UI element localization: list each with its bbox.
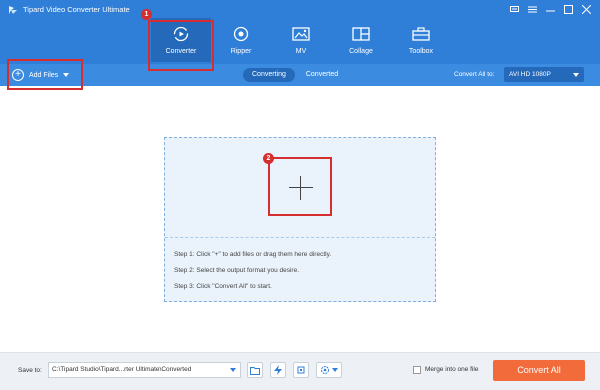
tab-converted[interactable]: Converted: [297, 68, 347, 82]
convert-all-to-label: Convert All to:: [454, 71, 495, 78]
gear-icon: [321, 366, 329, 374]
save-path-value: C:\Tipard Studio\Tipard...rter Ultimate\…: [52, 366, 192, 373]
add-file-area[interactable]: [165, 138, 435, 238]
annotation-badge-1: 1: [141, 9, 152, 20]
chevron-down-icon: [573, 73, 579, 77]
lightning-icon: [274, 365, 282, 375]
tab-converter-label: Converter: [165, 48, 197, 55]
add-icon: +: [12, 69, 24, 81]
save-to-label: Save to:: [18, 367, 42, 374]
merge-label: Merge into one file: [425, 366, 479, 373]
hardware-acceleration-button[interactable]: [270, 362, 286, 378]
add-files-button[interactable]: + Add Files: [12, 68, 70, 82]
tab-ripper-label: Ripper: [230, 48, 252, 55]
converter-icon: [173, 26, 189, 42]
menu-icon[interactable]: [524, 3, 540, 15]
chevron-down-icon: [230, 368, 236, 372]
folder-icon: [250, 366, 260, 375]
tab-converter[interactable]: Converter: [151, 18, 211, 62]
convert-all-button[interactable]: Convert All: [493, 360, 585, 381]
app-title: Tipard Video Converter Ultimate: [23, 5, 130, 14]
ripper-icon: [233, 26, 249, 42]
feedback-icon[interactable]: [506, 3, 522, 15]
tab-toolbox-label: Toolbox: [408, 48, 434, 55]
output-format-value: AVI HD 1080P: [509, 71, 551, 78]
tab-ripper[interactable]: Ripper: [211, 18, 271, 62]
tab-collage[interactable]: Collage: [331, 18, 391, 62]
minimize-icon[interactable]: [542, 3, 558, 15]
add-file-plus-icon[interactable]: [289, 176, 313, 200]
merge-checkbox[interactable]: [413, 366, 421, 374]
tab-collage-label: Collage: [349, 48, 373, 55]
close-icon[interactable]: [578, 3, 594, 15]
tab-converting[interactable]: Converting: [243, 68, 295, 82]
settings-button[interactable]: [316, 362, 342, 378]
output-format-select[interactable]: AVI HD 1080P: [504, 67, 584, 82]
main-nav: Converter Ripper MV Collage Toolbox: [151, 18, 451, 62]
chevron-down-icon[interactable]: [63, 73, 70, 77]
chip-icon: [297, 366, 305, 374]
save-path-select[interactable]: C:\Tipard Studio\Tipard...rter Ultimate\…: [48, 362, 241, 378]
toolbox-icon: [412, 27, 430, 41]
app-logo-icon: [9, 6, 17, 14]
annotation-badge-2: 2: [263, 153, 274, 164]
merge-into-one-file[interactable]: Merge into one file: [413, 366, 478, 374]
tab-mv-label: MV: [295, 48, 307, 55]
step-2-text: Step 2: Select the output format you des…: [174, 267, 300, 274]
open-folder-button[interactable]: [247, 362, 263, 378]
step-3-text: Step 3: Click "Convert All" to start.: [174, 283, 272, 290]
collage-icon: [352, 27, 370, 41]
gpu-acceleration-button[interactable]: [293, 362, 309, 378]
file-drop-zone[interactable]: Step 1: Click "+" to add files or drag t…: [164, 137, 436, 302]
add-files-label: Add Files: [29, 71, 59, 79]
tab-mv[interactable]: MV: [271, 18, 331, 62]
window-controls: [506, 3, 594, 15]
tab-toolbox[interactable]: Toolbox: [391, 18, 451, 62]
converter-subtabs: Converting Converted: [243, 68, 347, 82]
maximize-icon[interactable]: [560, 3, 576, 15]
step-1-text: Step 1: Click "+" to add files or drag t…: [174, 251, 332, 258]
instruction-steps: Step 1: Click "+" to add files or drag t…: [174, 250, 331, 298]
chevron-down-icon: [332, 368, 338, 372]
mv-icon: [292, 27, 310, 41]
